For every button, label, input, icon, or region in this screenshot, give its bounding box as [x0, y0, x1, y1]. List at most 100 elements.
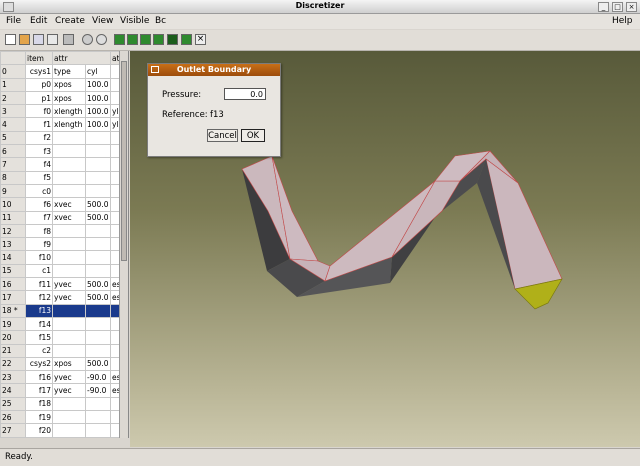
type-cell[interactable] — [52, 436, 86, 438]
row-number[interactable]: 21 — [0, 343, 26, 358]
value-cell[interactable]: 100.0 — [85, 104, 111, 119]
table-row[interactable]: 9 c0 — [0, 183, 124, 199]
row-number[interactable]: 19 — [0, 316, 26, 332]
table-row[interactable]: 4 f1 xlength 100.0 yl — [0, 117, 124, 132]
item-cell[interactable]: c1 — [25, 263, 53, 279]
table-row[interactable]: 6 f3 — [0, 144, 124, 159]
row-number[interactable]: 28 — [0, 436, 26, 438]
item-cell[interactable]: f4 — [25, 157, 53, 172]
item-cell[interactable]: f10 — [25, 250, 53, 265]
row-number[interactable]: 22 — [0, 356, 26, 372]
table-row[interactable]: 24 f17 yvec -90.0 es — [0, 383, 124, 398]
table-row[interactable]: 5 f2 — [0, 130, 124, 146]
item-cell[interactable]: f1 — [25, 117, 53, 132]
mesh-5-icon[interactable] — [167, 34, 178, 45]
mesh-1-icon[interactable] — [114, 34, 125, 45]
item-cell[interactable]: f11 — [25, 277, 53, 292]
save-as-icon[interactable] — [47, 34, 58, 45]
type-cell[interactable] — [52, 410, 86, 425]
mesh-6-icon[interactable] — [181, 34, 192, 45]
row-number[interactable]: 16 — [0, 277, 26, 292]
type-cell[interactable] — [52, 316, 86, 332]
table-row[interactable]: 10 f6 xvec 500.0 — [0, 197, 124, 212]
table-row[interactable]: 15 c1 — [0, 263, 124, 279]
menu-file[interactable]: File — [6, 16, 21, 26]
value-cell[interactable]: 100.0 — [85, 77, 111, 92]
type-cell[interactable]: xvec — [52, 210, 86, 225]
table-row[interactable]: 16 f11 yvec 500.0 es — [0, 277, 124, 292]
table-row[interactable]: 7 f4 — [0, 157, 124, 172]
table-row[interactable]: 26 f19 — [0, 410, 124, 425]
minimize-icon[interactable]: _ — [598, 2, 609, 12]
table-row[interactable]: 14 f10 — [0, 250, 124, 265]
row-number[interactable]: 12 — [0, 223, 26, 239]
value-cell[interactable] — [85, 263, 111, 279]
row-number[interactable]: 23 — [0, 370, 26, 385]
row-number[interactable]: 26 — [0, 410, 26, 425]
value-cell[interactable] — [85, 303, 111, 318]
table-row[interactable]: 28c3 — [0, 436, 124, 438]
menu-edit[interactable]: Edit — [30, 16, 47, 26]
open-icon[interactable] — [19, 34, 30, 45]
value-cell[interactable]: -90.0 — [85, 383, 111, 398]
type-cell[interactable]: xlength — [52, 117, 86, 132]
row-number[interactable]: 0 — [0, 64, 26, 79]
value-cell[interactable] — [85, 237, 111, 252]
item-cell[interactable]: f19 — [25, 410, 53, 425]
value-cell[interactable]: cyl — [85, 64, 111, 79]
type-cell[interactable] — [52, 144, 86, 159]
mesh-3-icon[interactable] — [140, 34, 151, 45]
item-cell[interactable]: f12 — [25, 290, 53, 305]
maximize-icon[interactable]: □ — [612, 2, 623, 12]
column-header-attr[interactable]: attr — [52, 51, 111, 66]
table-row[interactable]: 8 f5 — [0, 170, 124, 185]
table-row[interactable]: 17 f12 yvec 500.0 es — [0, 290, 124, 305]
item-cell[interactable]: f8 — [25, 223, 53, 239]
row-number[interactable]: 8 — [0, 170, 26, 185]
menu-visible[interactable]: Visible — [120, 16, 149, 26]
item-cell[interactable]: f15 — [25, 330, 53, 345]
table-row[interactable]: 12 f8 — [0, 223, 124, 239]
row-number[interactable]: 5 — [0, 130, 26, 146]
table-row[interactable]: 11 f7 xvec 500.0 — [0, 210, 124, 225]
item-cell[interactable]: f5 — [25, 170, 53, 185]
value-cell[interactable] — [85, 410, 111, 425]
type-cell[interactable] — [52, 303, 86, 318]
new-icon[interactable] — [5, 34, 16, 45]
type-cell[interactable]: xpos — [52, 356, 86, 372]
type-cell[interactable]: xlength — [52, 104, 86, 119]
row-number[interactable]: 17 — [0, 290, 26, 305]
view-fit-icon[interactable] — [96, 34, 107, 45]
row-number[interactable]: 13 — [0, 237, 26, 252]
table-row[interactable]: 22 csys2 xpos 500.0 — [0, 356, 124, 372]
value-cell[interactable]: 500.0 — [85, 290, 111, 305]
row-number[interactable]: 3 — [0, 104, 26, 119]
item-cell[interactable]: c0 — [25, 183, 53, 199]
type-cell[interactable] — [52, 343, 86, 358]
row-number[interactable]: 2 — [0, 90, 26, 106]
menu-bc[interactable]: Bc — [155, 16, 166, 26]
item-cell[interactable]: f6 — [25, 197, 53, 212]
dialog-menu-icon[interactable] — [151, 66, 159, 73]
render-icon[interactable] — [82, 34, 93, 45]
type-cell[interactable] — [52, 330, 86, 345]
value-cell[interactable] — [85, 170, 111, 185]
value-cell[interactable] — [85, 183, 111, 199]
table-row[interactable]: 23 f16 yvec -90.0 es — [0, 370, 124, 385]
value-cell[interactable] — [85, 423, 111, 438]
row-number[interactable]: 7 — [0, 157, 26, 172]
item-cell[interactable]: csys1 — [25, 64, 53, 79]
value-cell[interactable] — [85, 396, 111, 412]
table-row[interactable]: 18 * f13 — [0, 303, 124, 318]
table-scrollbar[interactable] — [119, 51, 128, 438]
row-number[interactable]: 6 — [0, 144, 26, 159]
value-cell[interactable] — [85, 157, 111, 172]
type-cell[interactable] — [52, 223, 86, 239]
value-cell[interactable] — [85, 130, 111, 146]
menu-view[interactable]: View — [92, 16, 113, 26]
table-row[interactable]: 25 f18 — [0, 396, 124, 412]
type-cell[interactable]: yvec — [52, 370, 86, 385]
type-cell[interactable]: type — [52, 64, 86, 79]
item-cell[interactable]: f7 — [25, 210, 53, 225]
value-cell[interactable] — [85, 343, 111, 358]
